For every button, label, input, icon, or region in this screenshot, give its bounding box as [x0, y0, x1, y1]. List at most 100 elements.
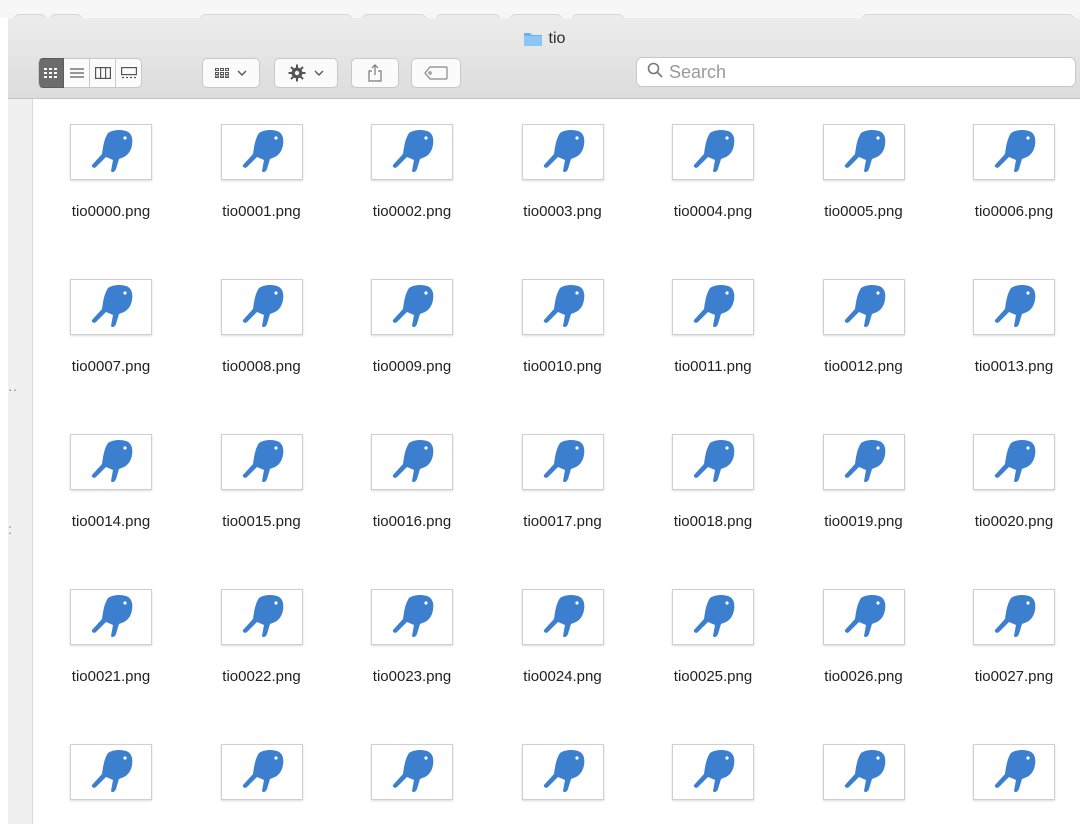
image-thumbnail-icon — [220, 434, 303, 490]
image-thumbnail-icon — [371, 434, 453, 490]
file-name: tio0024.png — [523, 668, 602, 685]
gallery-view-icon — [120, 67, 137, 79]
image-thumbnail-icon — [220, 744, 303, 800]
file-name: tio0003.png — [523, 203, 602, 220]
file-item[interactable]: tio0010.png — [484, 254, 624, 394]
file-name: tio0001.png — [222, 203, 301, 220]
file-item[interactable]: tio0013.png — [935, 254, 1075, 394]
file-item[interactable]: tio0026.png — [785, 564, 925, 704]
file-name: tio0015.png — [222, 513, 301, 530]
share-button[interactable] — [351, 58, 399, 88]
file-item[interactable]: tio0027.png — [935, 564, 1075, 704]
file-name: tio0016.png — [372, 513, 452, 530]
gallery-view-button[interactable] — [116, 58, 142, 88]
file-item[interactable]: tio0025.png — [634, 564, 774, 704]
image-thumbnail-icon — [220, 124, 303, 180]
file-item[interactable]: tio0004.png — [634, 99, 774, 239]
folder-icon — [523, 31, 543, 47]
file-item[interactable]: tio0003.png — [484, 99, 624, 239]
image-thumbnail-icon — [371, 124, 453, 180]
file-item[interactable]: tio0014.png — [32, 409, 172, 549]
file-item[interactable]: tio0030.png — [333, 719, 473, 824]
file-item[interactable]: tio0034.png — [935, 719, 1075, 824]
file-item[interactable]: tio0008.png — [183, 254, 323, 394]
gear-icon — [288, 64, 306, 82]
file-item[interactable]: tio0005.png — [785, 99, 925, 239]
file-name: tio0004.png — [673, 203, 753, 220]
icon-view-button[interactable] — [38, 58, 64, 88]
file-item[interactable]: tio0024.png — [484, 564, 624, 704]
file-item[interactable]: tio0019.png — [785, 409, 925, 549]
file-item[interactable]: tio0018.png — [634, 409, 774, 549]
image-thumbnail-icon — [521, 589, 604, 645]
share-icon — [368, 64, 382, 82]
image-thumbnail-icon — [822, 744, 905, 800]
image-thumbnail-icon — [70, 279, 152, 335]
image-thumbnail-icon — [822, 589, 905, 645]
file-name: tio0020.png — [974, 513, 1054, 530]
file-name: tio0010.png — [523, 358, 602, 375]
file-item[interactable]: tio0001.png — [183, 99, 323, 239]
file-item[interactable]: tio0028.png — [32, 719, 172, 824]
action-control — [274, 58, 338, 88]
file-name: tio0002.png — [372, 203, 452, 220]
finder-window: tio Search ··: tio0000.png tio0001.png … — [8, 18, 1080, 824]
file-name: tio0011.png — [674, 358, 752, 375]
file-item[interactable]: tio0020.png — [935, 409, 1075, 549]
file-item[interactable]: tio0012.png — [785, 254, 925, 394]
file-name: tio0013.png — [974, 358, 1054, 375]
file-item[interactable]: tio0022.png — [183, 564, 323, 704]
file-item[interactable]: tio0017.png — [484, 409, 624, 549]
tag-control — [411, 58, 461, 88]
chevron-down-icon — [237, 70, 247, 76]
image-thumbnail-icon — [672, 279, 754, 335]
image-thumbnail-icon — [521, 124, 604, 180]
chevron-down-icon — [314, 70, 324, 76]
file-item[interactable]: tio0015.png — [183, 409, 323, 549]
file-name: tio0022.png — [222, 668, 301, 685]
sidebar-marker: ·· — [8, 381, 18, 397]
search-input[interactable] — [669, 61, 1049, 83]
file-item[interactable]: tio0009.png — [333, 254, 473, 394]
file-item[interactable]: tio0021.png — [32, 564, 172, 704]
action-menu-button[interactable] — [274, 58, 338, 88]
window-title-bar: tio — [8, 26, 1080, 52]
file-item[interactable]: tio0011.png — [634, 254, 774, 394]
file-name: tio0025.png — [673, 668, 753, 685]
file-item[interactable]: tio0000.png — [32, 99, 172, 239]
file-name: tio0027.png — [974, 668, 1054, 685]
image-thumbnail-icon — [672, 589, 754, 645]
tag-icon — [424, 66, 448, 80]
image-thumbnail-icon — [822, 434, 905, 490]
list-view-icon — [69, 68, 84, 78]
icon-view-icon — [44, 68, 58, 78]
image-thumbnail-icon — [973, 434, 1055, 490]
file-item[interactable]: tio0016.png — [333, 409, 473, 549]
file-item[interactable]: tio0006.png — [935, 99, 1075, 239]
toolbar: tio — [8, 18, 1080, 99]
column-view-button[interactable] — [90, 58, 116, 88]
file-item[interactable]: tio0002.png — [333, 99, 473, 239]
image-thumbnail-icon — [973, 279, 1055, 335]
file-item[interactable]: tio0033.png — [785, 719, 925, 824]
search-icon — [647, 62, 663, 83]
view-mode-selector — [38, 58, 142, 88]
tag-button[interactable] — [411, 58, 461, 88]
file-item[interactable]: tio0007.png — [32, 254, 172, 394]
file-item[interactable]: tio0032.png — [634, 719, 774, 824]
image-thumbnail-icon — [70, 744, 152, 800]
sidebar-marker: : — [8, 521, 12, 537]
file-item[interactable]: tio0023.png — [333, 564, 473, 704]
group-by-button[interactable] — [202, 58, 260, 88]
list-view-button[interactable] — [64, 58, 90, 88]
image-thumbnail-icon — [672, 124, 754, 180]
image-thumbnail-icon — [672, 744, 754, 800]
image-thumbnail-icon — [371, 279, 453, 335]
file-item[interactable]: tio0031.png — [484, 719, 624, 824]
image-thumbnail-icon — [521, 434, 604, 490]
image-thumbnail-icon — [672, 434, 754, 490]
file-item[interactable]: tio0029.png — [183, 719, 323, 824]
image-thumbnail-icon — [220, 589, 303, 645]
image-thumbnail-icon — [70, 124, 152, 180]
file-name: tio0008.png — [222, 358, 301, 375]
